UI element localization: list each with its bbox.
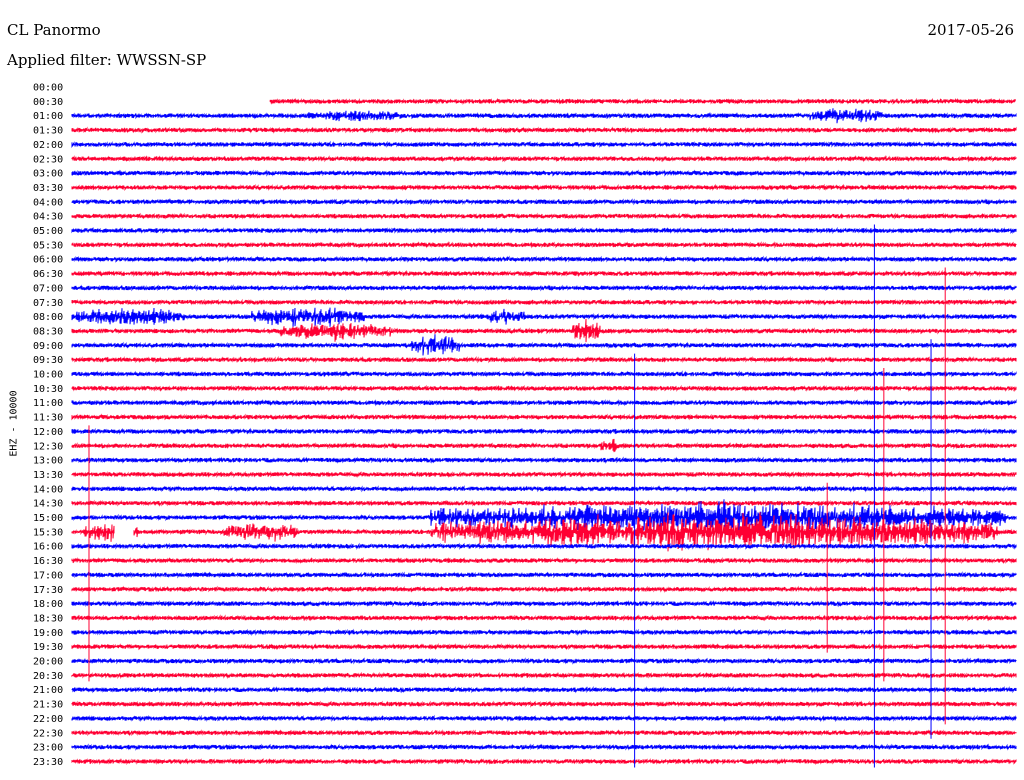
row-time-label: 12:00 bbox=[33, 427, 63, 438]
row-time-label: 17:00 bbox=[33, 570, 63, 581]
row-time-label: 01:00 bbox=[33, 111, 63, 122]
row-time-label: 01:30 bbox=[33, 126, 63, 137]
row-time-label: 11:00 bbox=[33, 398, 63, 409]
row-time-label: 13:30 bbox=[33, 470, 63, 481]
row-time-label: 09:30 bbox=[33, 355, 63, 366]
row-time-label: 14:30 bbox=[33, 499, 63, 510]
row-time-label: 22:30 bbox=[33, 728, 63, 739]
trace-row bbox=[71, 198, 1017, 206]
row-time-label: 16:30 bbox=[33, 556, 63, 567]
row-time-label: 18:00 bbox=[33, 599, 63, 610]
row-time-label: 00:30 bbox=[33, 97, 63, 108]
row-time-label: 03:30 bbox=[33, 183, 63, 194]
trace-row bbox=[71, 126, 1017, 134]
row-time-label: 18:30 bbox=[33, 613, 63, 624]
trace-row bbox=[71, 212, 1017, 220]
row-time-label: 07:30 bbox=[33, 298, 63, 309]
row-time-label: 11:30 bbox=[33, 413, 63, 424]
row-time-label: 21:30 bbox=[33, 700, 63, 711]
row-time-label: 19:30 bbox=[33, 642, 63, 653]
row-time-label: 14:00 bbox=[33, 484, 63, 495]
row-time-label: 19:00 bbox=[33, 628, 63, 639]
trace-row bbox=[71, 140, 1017, 149]
row-time-label: 02:30 bbox=[33, 154, 63, 165]
row-time-label: 09:00 bbox=[33, 341, 63, 352]
row-time-label: 10:00 bbox=[33, 370, 63, 381]
row-time-label: 05:30 bbox=[33, 240, 63, 251]
row-time-label: 00:00 bbox=[33, 83, 63, 94]
row-time-label: 21:00 bbox=[33, 685, 63, 696]
row-time-label: 04:30 bbox=[33, 212, 63, 223]
row-time-label: 05:00 bbox=[33, 226, 63, 237]
row-time-label: 02:00 bbox=[33, 140, 63, 151]
row-time-label: 04:00 bbox=[33, 197, 63, 208]
row-time-label: 20:30 bbox=[33, 671, 63, 682]
row-time-label: 15:30 bbox=[33, 527, 63, 538]
trace-row bbox=[71, 183, 1017, 192]
row-time-label: 08:00 bbox=[33, 312, 63, 323]
row-time-label: 07:00 bbox=[33, 283, 63, 294]
row-time-label: 03:00 bbox=[33, 169, 63, 180]
row-time-label: 23:30 bbox=[33, 757, 63, 768]
row-time-label: 13:00 bbox=[33, 456, 63, 467]
row-time-label: 15:00 bbox=[33, 513, 63, 524]
row-time-label: 06:00 bbox=[33, 255, 63, 266]
row-time-label: 06:30 bbox=[33, 269, 63, 280]
row-time-label: 12:30 bbox=[33, 441, 63, 452]
row-time-label: 23:00 bbox=[33, 743, 63, 754]
row-time-label: 08:30 bbox=[33, 326, 63, 337]
helicorder-plot: 00:00 00:30 01:00 01:30 02:00 02:30 03:00 03:30… bbox=[33, 83, 1017, 768]
row-time-label: 16:00 bbox=[33, 542, 63, 553]
row-time-label: 22:00 bbox=[33, 714, 63, 725]
trace-row bbox=[71, 108, 1017, 124]
trace-row bbox=[269, 97, 1016, 106]
row-time-label: 17:30 bbox=[33, 585, 63, 596]
trace-row bbox=[71, 155, 1017, 163]
row-time-label: 20:00 bbox=[33, 657, 63, 668]
row-time-label: 10:30 bbox=[33, 384, 63, 395]
trace-row bbox=[71, 169, 1017, 177]
